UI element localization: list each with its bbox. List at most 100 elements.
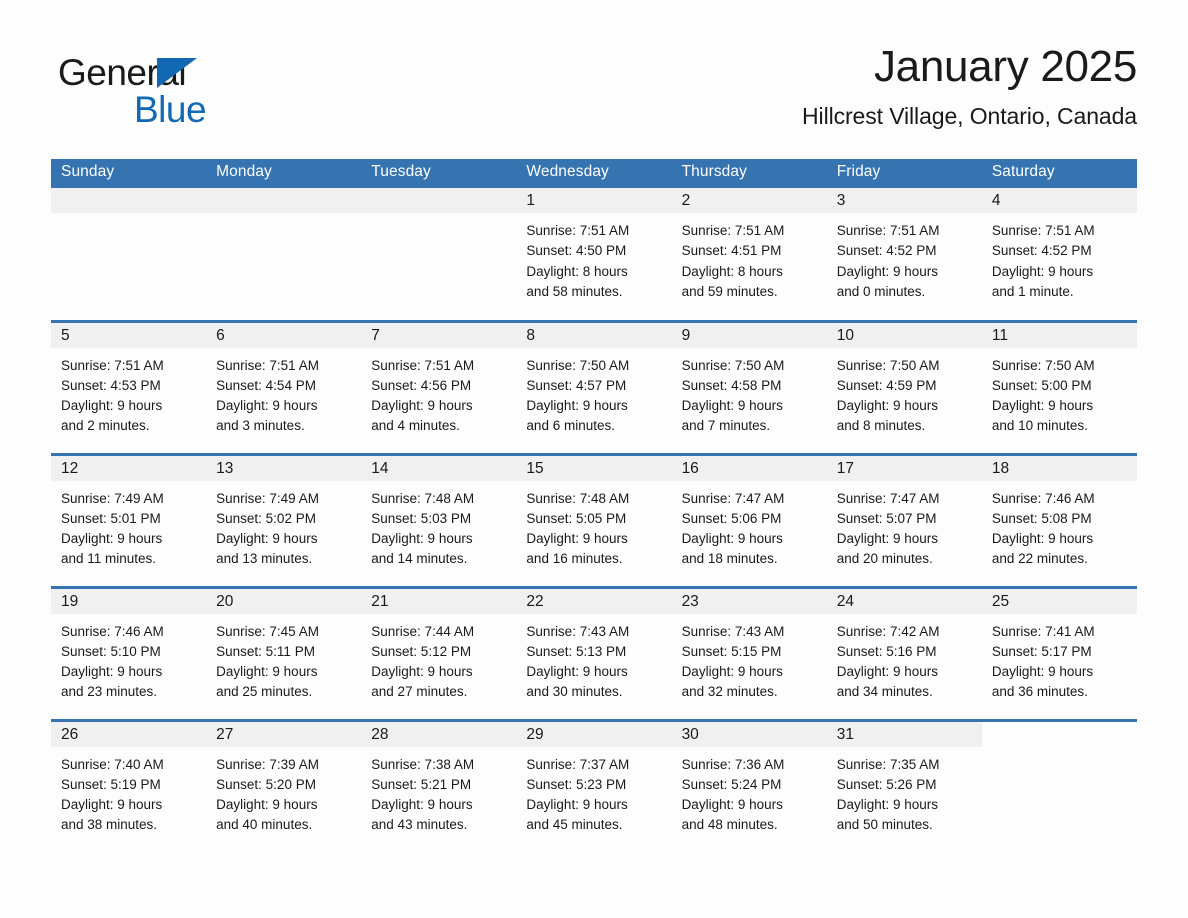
calendar-day-cell[interactable]: 23 Sunrise: 7:43 AM Sunset: 5:15 PM Dayligh… bbox=[671, 585, 827, 720]
sunset-text: Sunset: 4:53 PM bbox=[61, 377, 161, 393]
general-blue-logo[interactable]: General Blue bbox=[58, 54, 318, 136]
daylight-text-line2: and 2 minutes. bbox=[61, 418, 150, 434]
calendar-day-cell[interactable]: 10 Sunrise: 7:50 AM Sunset: 4:59 PM Dayligh… bbox=[826, 319, 982, 454]
calendar-day-cell[interactable]: 22 Sunrise: 7:43 AM Sunset: 5:13 PM Dayligh… bbox=[516, 585, 672, 720]
day-details bbox=[206, 213, 361, 221]
day-number: 24 bbox=[826, 588, 982, 614]
calendar-day-cell[interactable]: 6 Sunrise: 7:51 AM Sunset: 4:54 PM Daylight… bbox=[206, 319, 362, 454]
sunrise-text: Sunrise: 7:50 AM bbox=[526, 357, 630, 373]
calendar-day-cell[interactable]: 31 Sunrise: 7:35 AM Sunset: 5:26 PM Dayligh… bbox=[826, 718, 982, 853]
sunrise-text: Sunrise: 7:43 AM bbox=[526, 623, 630, 639]
sunset-text: Sunset: 5:02 PM bbox=[216, 510, 316, 526]
calendar-day-cell[interactable]: 15 Sunrise: 7:48 AM Sunset: 5:05 PM Dayligh… bbox=[516, 452, 672, 587]
day-number: 11 bbox=[981, 322, 1137, 348]
calendar-day-cell[interactable]: 27 Sunrise: 7:39 AM Sunset: 5:20 PM Dayligh… bbox=[206, 718, 362, 853]
sunrise-text: Sunrise: 7:50 AM bbox=[991, 357, 1095, 373]
day-number: 19 bbox=[51, 588, 207, 614]
calendar-day-cell[interactable]: 9 Sunrise: 7:50 AM Sunset: 4:58 PM Daylight… bbox=[671, 319, 827, 454]
day-number bbox=[51, 188, 207, 213]
page-title: January 2025 bbox=[873, 42, 1137, 91]
weekday-header-tuesday: Tuesday bbox=[361, 159, 517, 188]
sunset-text: Sunset: 4:54 PM bbox=[216, 377, 316, 393]
daylight-text-line2: and 23 minutes. bbox=[61, 684, 158, 700]
day-cell-inner bbox=[51, 188, 207, 320]
calendar-day-cell[interactable]: 20 Sunrise: 7:45 AM Sunset: 5:11 PM Dayligh… bbox=[206, 585, 362, 720]
calendar-day-cell[interactable]: 12 Sunrise: 7:49 AM Sunset: 5:01 PM Dayligh… bbox=[51, 452, 207, 587]
day-number: 17 bbox=[826, 455, 982, 481]
calendar-day-cell[interactable]: 30 Sunrise: 7:36 AM Sunset: 5:24 PM Dayligh… bbox=[671, 718, 827, 854]
day-details: Sunrise: 7:38 AM Sunset: 5:21 PM Daylight:… bbox=[361, 747, 516, 836]
daylight-text-line1: Daylight: 9 hours bbox=[836, 797, 939, 813]
weekday-header-wednesday: Wednesday bbox=[516, 159, 672, 188]
calendar-day-cell[interactable]: 16 Sunrise: 7:47 AM Sunset: 5:06 PM Dayligh… bbox=[671, 452, 827, 587]
day-cell-inner: 23 Sunrise: 7:43 AM Sunset: 5:15 PM Dayligh… bbox=[671, 588, 827, 719]
calendar-day-cell[interactable]: 13 Sunrise: 7:49 AM Sunset: 5:02 PM Dayligh… bbox=[206, 452, 362, 587]
sunset-text: Sunset: 5:23 PM bbox=[526, 776, 627, 792]
calendar-day-cell[interactable] bbox=[206, 188, 362, 321]
calendar-day-cell[interactable]: 17 Sunrise: 7:47 AM Sunset: 5:07 PM Dayligh… bbox=[826, 452, 982, 587]
calendar-day-cell[interactable]: 7 Sunrise: 7:51 AM Sunset: 4:56 PM Daylight… bbox=[361, 319, 517, 454]
sunset-text: Sunset: 5:21 PM bbox=[371, 776, 472, 792]
calendar-day-cell[interactable]: 26 Sunrise: 7:40 AM Sunset: 5:19 PM Dayligh… bbox=[51, 718, 207, 854]
day-details: Sunrise: 7:41 AM Sunset: 5:17 PM Daylight:… bbox=[982, 614, 1137, 703]
calendar-day-cell[interactable]: 5 Sunrise: 7:51 AM Sunset: 4:53 PM Daylight… bbox=[51, 319, 207, 454]
day-cell-inner: 24 Sunrise: 7:42 AM Sunset: 5:16 PM Dayligh… bbox=[826, 588, 982, 719]
calendar-day-cell[interactable] bbox=[981, 718, 1137, 853]
daylight-text-line1: Daylight: 9 hours bbox=[61, 664, 163, 680]
calendar-day-cell[interactable]: 28 Sunrise: 7:38 AM Sunset: 5:21 PM Dayligh… bbox=[361, 718, 517, 854]
day-number: 25 bbox=[981, 588, 1137, 614]
day-cell-inner: 28 Sunrise: 7:38 AM Sunset: 5:21 PM Dayligh… bbox=[361, 721, 517, 854]
daylight-text-line1: Daylight: 9 hours bbox=[836, 664, 939, 680]
sunset-text: Sunset: 5:08 PM bbox=[991, 510, 1092, 526]
calendar-week-row: 1 Sunrise: 7:51 AM Sunset: 4:50 PM Daylight… bbox=[51, 188, 1137, 321]
sunset-text: Sunset: 5:03 PM bbox=[371, 510, 472, 526]
calendar-day-cell[interactable]: 4 Sunrise: 7:51 AM Sunset: 4:52 PM Daylight… bbox=[981, 188, 1137, 321]
sunset-text: Sunset: 4:58 PM bbox=[681, 377, 782, 393]
calendar-day-cell[interactable]: 25 Sunrise: 7:41 AM Sunset: 5:17 PM Dayligh… bbox=[981, 585, 1137, 720]
calendar-day-cell[interactable]: 14 Sunrise: 7:48 AM Sunset: 5:03 PM Dayligh… bbox=[361, 452, 517, 587]
calendar-day-cell[interactable]: 1 Sunrise: 7:51 AM Sunset: 4:50 PM Daylight… bbox=[516, 188, 672, 321]
sunrise-text: Sunrise: 7:51 AM bbox=[526, 223, 630, 238]
calendar-day-cell[interactable]: 11 Sunrise: 7:50 AM Sunset: 5:00 PM Dayligh… bbox=[981, 319, 1137, 454]
calendar-day-cell[interactable]: 18 Sunrise: 7:46 AM Sunset: 5:08 PM Dayligh… bbox=[981, 452, 1137, 587]
daylight-text-line2: and 16 minutes. bbox=[526, 551, 623, 567]
calendar-day-cell[interactable] bbox=[361, 188, 517, 321]
day-details: Sunrise: 7:46 AM Sunset: 5:08 PM Daylight:… bbox=[982, 481, 1137, 570]
daylight-text-line2: and 11 minutes. bbox=[61, 551, 157, 567]
calendar-day-cell[interactable]: 8 Sunrise: 7:50 AM Sunset: 4:57 PM Daylight… bbox=[516, 319, 672, 454]
daylight-text-line1: Daylight: 9 hours bbox=[526, 664, 628, 680]
sunrise-text: Sunrise: 7:39 AM bbox=[216, 756, 319, 772]
weekday-header-sunday: Sunday bbox=[51, 159, 207, 188]
day-details: Sunrise: 7:51 AM Sunset: 4:52 PM Daylight:… bbox=[982, 213, 1137, 302]
day-number: 6 bbox=[206, 322, 362, 348]
calendar-day-cell[interactable]: 24 Sunrise: 7:42 AM Sunset: 5:16 PM Dayligh… bbox=[826, 585, 982, 720]
sunrise-text: Sunrise: 7:46 AM bbox=[991, 490, 1095, 506]
day-cell-inner: 30 Sunrise: 7:36 AM Sunset: 5:24 PM Dayligh… bbox=[671, 721, 827, 854]
day-number: 26 bbox=[51, 721, 207, 747]
day-cell-inner: 5 Sunrise: 7:51 AM Sunset: 4:53 PM Daylight… bbox=[51, 322, 207, 453]
day-number: 20 bbox=[206, 588, 362, 614]
sunset-text: Sunset: 5:26 PM bbox=[836, 776, 937, 792]
day-details: Sunrise: 7:37 AM Sunset: 5:23 PM Daylight:… bbox=[516, 747, 671, 836]
day-details: Sunrise: 7:48 AM Sunset: 5:03 PM Daylight:… bbox=[361, 481, 516, 570]
calendar-day-cell[interactable]: 29 Sunrise: 7:37 AM Sunset: 5:23 PM Dayligh… bbox=[516, 718, 672, 853]
day-details: Sunrise: 7:43 AM Sunset: 5:13 PM Daylight:… bbox=[516, 614, 671, 703]
calendar-day-cell[interactable]: 21 Sunrise: 7:44 AM Sunset: 5:12 PM Dayligh… bbox=[361, 585, 517, 720]
sunrise-text: Sunrise: 7:46 AM bbox=[61, 623, 164, 639]
daylight-text-line1: Daylight: 9 hours bbox=[681, 398, 783, 414]
calendar-day-cell[interactable]: 19 Sunrise: 7:46 AM Sunset: 5:10 PM Dayligh… bbox=[51, 585, 207, 720]
day-details: Sunrise: 7:35 AM Sunset: 5:26 PM Daylight:… bbox=[827, 747, 982, 836]
day-number: 22 bbox=[516, 588, 672, 614]
daylight-text-line1: Daylight: 9 hours bbox=[681, 664, 783, 680]
day-details: Sunrise: 7:48 AM Sunset: 5:05 PM Daylight:… bbox=[516, 481, 671, 570]
day-cell-inner: 26 Sunrise: 7:40 AM Sunset: 5:19 PM Dayligh… bbox=[51, 721, 207, 854]
calendar-day-cell[interactable]: 3 Sunrise: 7:51 AM Sunset: 4:52 PM Daylight… bbox=[826, 188, 982, 321]
daylight-text-line1: Daylight: 9 hours bbox=[991, 531, 1094, 547]
sunset-text: Sunset: 4:51 PM bbox=[681, 243, 782, 259]
calendar-day-cell[interactable] bbox=[51, 188, 207, 321]
calendar-day-cell[interactable]: 2 Sunrise: 7:51 AM Sunset: 4:51 PM Daylight… bbox=[671, 188, 827, 321]
day-number: 2 bbox=[671, 188, 827, 213]
calendar-week-row: 19 Sunrise: 7:46 AM Sunset: 5:10 PM Dayligh… bbox=[51, 585, 1137, 720]
daylight-text-line2: and 14 minutes. bbox=[371, 551, 468, 567]
daylight-text-line1: Daylight: 9 hours bbox=[526, 398, 628, 414]
